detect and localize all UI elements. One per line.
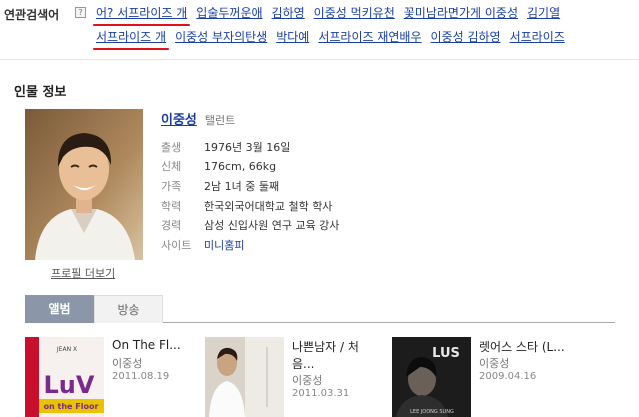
album-date: 2011.03.31 [292, 388, 350, 399]
album-cover-art [205, 337, 284, 417]
album-item[interactable]: LUS LEE JOONG SUNG 렛어스 스타 (L... 이중성 2009… [392, 337, 572, 417]
album-artist: 이중성 [292, 374, 323, 387]
info-key: 신체 [161, 160, 182, 173]
related-searches-label: 연관검색어 [4, 8, 60, 22]
related-keyword[interactable]: 어? 서프라이즈 개 [92, 5, 191, 26]
info-value: 176cm, 66kg [204, 160, 277, 173]
related-keyword[interactable]: 서프라이즈 재연배우 [318, 29, 421, 45]
info-key: 가족 [161, 180, 182, 193]
info-value: 1976년 3월 16일 [204, 141, 291, 154]
tab-album[interactable]: 앨범 [25, 295, 94, 323]
album-title[interactable]: 나쁜남자 / 처 [292, 338, 387, 355]
related-keyword[interactable]: 이중성 김하영 [431, 29, 501, 45]
album-cover[interactable]: LUS LEE JOONG SUNG [392, 337, 471, 417]
album-cover-subtitle: LEE JOONG SUNG [410, 409, 454, 415]
album-artist: 이중성 [112, 357, 143, 370]
album-title[interactable]: On The Fl... [112, 338, 207, 352]
album-date: 2009.04.16 [479, 371, 537, 382]
minihompy-link[interactable]: 미니홈피 [204, 239, 244, 252]
album-cover-art: JEAN X LuV on the Floor [25, 337, 104, 417]
related-keyword[interactable]: 이중성 먹키유천 [314, 5, 395, 21]
related-keyword[interactable]: 박다예 [276, 29, 309, 45]
profile-more-link[interactable]: 프로필 더보기 [51, 265, 115, 281]
related-keyword[interactable]: 서프라이즈 개 [92, 29, 170, 50]
info-key: 사이트 [161, 239, 192, 252]
tab-broadcast[interactable]: 방송 [94, 295, 163, 323]
section-title: 인물 정보 [14, 85, 67, 100]
album-cover[interactable]: JEAN X LuV on the Floor [25, 337, 104, 417]
info-row-family: 가족 2남 1녀 중 둘째 [161, 178, 279, 194]
info-key: 출생 [161, 141, 182, 154]
album-title[interactable]: 렛어스 스타 (L... [479, 338, 574, 355]
person-job: 탤런트 [204, 114, 236, 127]
help-icon[interactable]: ? [75, 7, 86, 18]
album-cover-art: LUS LEE JOONG SUNG [392, 337, 471, 417]
info-value: 한국외국어대학교 철학 학사 [204, 200, 333, 213]
related-row-1: 어? 서프라이즈 개 입술두꺼운애 김하영 이중성 먹키유천 꽃미남라면가게 이중성 김기… [92, 5, 569, 26]
profile-photo-image [25, 109, 143, 260]
person-name-link[interactable]: 이중성 [161, 113, 197, 128]
album-cover-title: LUS [432, 346, 460, 361]
info-row-education: 학력 한국외국어대학교 철학 학사 [161, 198, 332, 214]
album-cover[interactable] [205, 337, 284, 417]
album-item[interactable]: JEAN X LuV on the Floor On The Fl... 이중성… [25, 337, 205, 417]
album-item[interactable]: 나쁜남자 / 처 음... 이중성 2011.03.31 [205, 337, 385, 417]
album-cover-title: LuV [44, 371, 95, 399]
album-brand: JEAN X [56, 346, 77, 353]
info-row-body: 신체 176cm, 66kg [161, 158, 276, 174]
related-row-2: 서프라이즈 개 이중성 부자의탄생 박다예 서프라이즈 재연배우 이중성 김하영 서프라이… [92, 29, 574, 50]
profile-photo[interactable] [25, 109, 143, 260]
album-title-continued[interactable]: 음... [292, 355, 314, 372]
album-date: 2011.08.19 [112, 371, 170, 382]
related-keyword[interactable]: 이중성 부자의탄생 [175, 29, 267, 45]
info-key: 경력 [161, 219, 182, 232]
info-row-career: 경력 삼성 신입사원 연구 교육 강사 [161, 217, 339, 233]
info-row-birth: 출생 1976년 3월 16일 [161, 139, 290, 155]
name-row: 이중성 탤런트 [161, 109, 235, 128]
related-keyword[interactable]: 입술두꺼운애 [196, 5, 262, 21]
album-cover-subtitle: on the Floor [44, 402, 99, 411]
related-keyword[interactable]: 서프라이즈 [510, 29, 565, 45]
album-artist: 이중성 [479, 357, 510, 370]
related-keyword[interactable]: 김하영 [272, 5, 305, 21]
info-row-site: 사이트 미니홈피 [161, 237, 244, 253]
related-keyword[interactable]: 김기열 [527, 5, 560, 21]
related-searches: 연관검색어 ? 어? 서프라이즈 개 입술두꺼운애 김하영 이중성 먹키유천 꽃미남라면… [0, 0, 639, 60]
info-value: 삼성 신입사원 연구 교육 강사 [204, 219, 340, 232]
info-key: 학력 [161, 200, 182, 213]
info-value: 2남 1녀 중 둘째 [204, 180, 280, 193]
media-tabs: 앨범 방송 [25, 295, 615, 323]
related-keyword[interactable]: 꽃미남라면가게 이중성 [404, 5, 518, 21]
